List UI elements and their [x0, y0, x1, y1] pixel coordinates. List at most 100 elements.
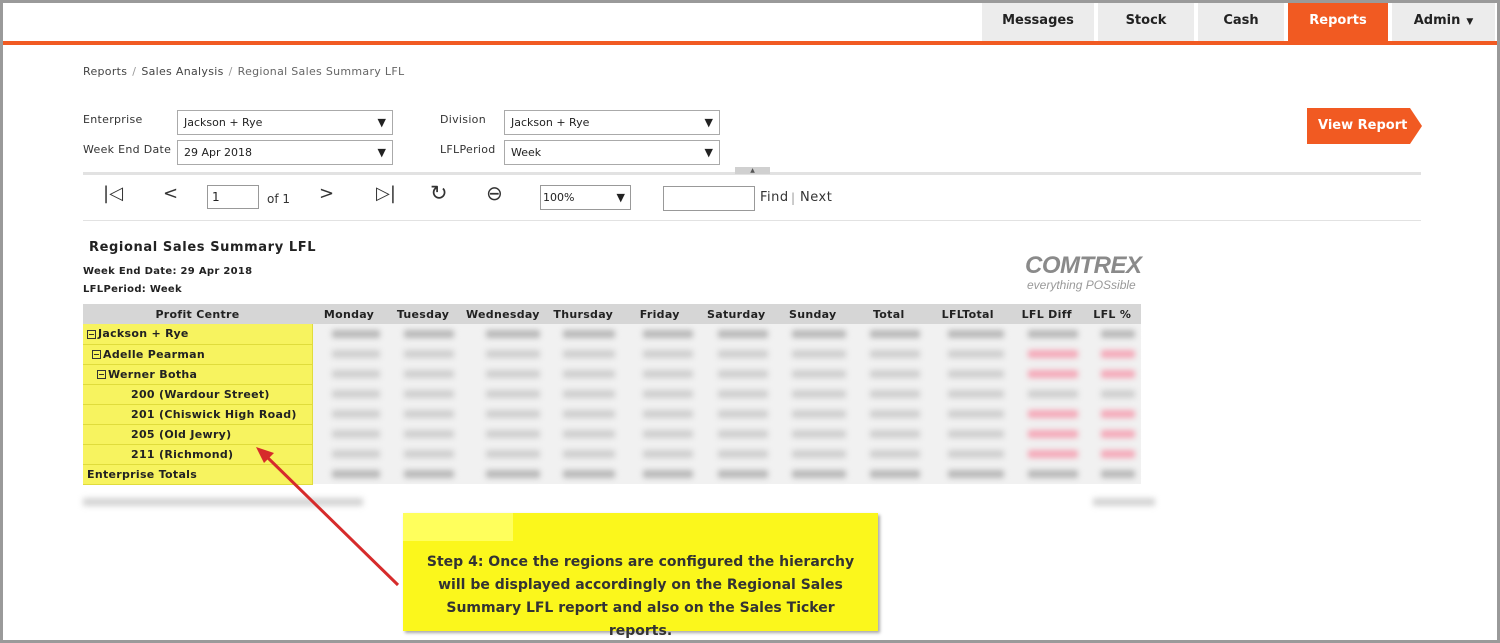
collapse-params-toggle[interactable]: ▲ [735, 167, 770, 174]
redacted-value [869, 349, 920, 358]
nav-stock[interactable]: Stock [1098, 3, 1194, 41]
profit-centre-label: Adelle Pearman [103, 347, 205, 361]
redacted-value [1100, 349, 1135, 358]
value-cell [698, 424, 774, 444]
value-cell [925, 324, 1010, 344]
refresh-icon[interactable]: ↻ [430, 181, 448, 205]
instruction-callout: Step 4: Once the regions are configured … [403, 513, 878, 639]
redacted-value [947, 409, 1004, 418]
report-table: Profit Centre Monday Tuesday Wednesday T… [83, 304, 1141, 485]
value-cell [925, 384, 1010, 404]
lfl-period-select[interactable]: Week ▼ [504, 140, 720, 165]
nav-cash[interactable]: Cash [1198, 3, 1284, 41]
breadcrumb-reports[interactable]: Reports [83, 65, 127, 78]
collapse-toggle-icon[interactable]: − [87, 329, 96, 339]
redacted-value [404, 449, 454, 458]
breadcrumb-sales-analysis[interactable]: Sales Analysis [141, 65, 223, 78]
find-next-link[interactable]: Next [800, 190, 832, 205]
redacted-value [485, 369, 540, 378]
value-cell [698, 324, 774, 344]
find-link[interactable]: Find [760, 190, 789, 205]
division-select[interactable]: Jackson + Rye ▼ [504, 110, 720, 135]
redacted-value [404, 389, 454, 398]
logo-wordmark: COMTREX [1025, 252, 1142, 279]
last-page-icon[interactable]: ▷| [376, 183, 396, 204]
col-header: Profit Centre [83, 304, 312, 324]
nav-stock-label: Stock [1125, 13, 1167, 28]
value-cell [925, 364, 1010, 384]
redacted-value [332, 349, 380, 358]
table-row: − Jackson + Rye [83, 324, 1141, 345]
value-cell [851, 364, 926, 384]
redacted-value [1027, 469, 1078, 478]
redacted-value [717, 469, 768, 478]
redacted-value [717, 389, 768, 398]
caret-down-icon: ▼ [1466, 17, 1474, 27]
redacted-value [791, 349, 846, 358]
profit-centre-cell[interactable]: − Werner Botha [83, 364, 313, 385]
value-cell [1009, 464, 1084, 484]
profit-centre-cell[interactable]: − Adelle Pearman [83, 344, 313, 365]
redacted-value [1100, 329, 1135, 338]
value-cell [773, 384, 852, 404]
col-header: LFL % [1083, 304, 1141, 324]
col-header: Wednesday [460, 304, 546, 324]
nav-messages[interactable]: Messages [982, 3, 1094, 41]
nav-admin[interactable]: Admin ▼ [1392, 3, 1495, 41]
redacted-value [947, 389, 1004, 398]
profit-centre-label: 211 (Richmond) [131, 447, 234, 461]
value-cell [925, 404, 1010, 424]
collapse-toggle-icon[interactable]: − [92, 350, 101, 359]
redacted-value [332, 469, 380, 478]
redacted-value [332, 429, 380, 438]
value-cell [460, 464, 546, 484]
callout-text: Step 4: Once the regions are configured … [426, 554, 855, 639]
profit-centre-label: Werner Botha [108, 367, 198, 381]
previous-page-icon[interactable]: < [163, 183, 178, 204]
back-icon[interactable]: ⊖ [486, 181, 503, 205]
value-cell [620, 464, 699, 484]
dropdown-arrow-icon: ▼ [704, 116, 713, 129]
collapse-toggle-icon[interactable]: − [97, 370, 106, 379]
value-cell [1009, 444, 1084, 464]
nav-reports[interactable]: Reports [1288, 3, 1388, 41]
report-title: Regional Sales Summary LFL [89, 240, 317, 255]
redacted-value [1027, 329, 1078, 338]
value-cell [1009, 424, 1084, 444]
redacted-value [717, 369, 768, 378]
week-end-date-select[interactable]: 29 Apr 2018 ▼ [177, 140, 393, 165]
first-page-icon[interactable]: |◁ [103, 183, 123, 204]
redacted-value [404, 329, 454, 338]
value-cell [698, 384, 774, 404]
value-cell [545, 424, 621, 444]
zoom-value: 100% [543, 191, 575, 204]
lfl-period-label: LFLPeriod [440, 143, 496, 156]
profit-centre-cell: 205 (Old Jewry) [83, 424, 313, 445]
table-row: 200 (Wardour Street) [83, 384, 1141, 405]
page-count-label: of 1 [267, 192, 291, 206]
next-page-icon[interactable]: > [319, 183, 334, 204]
page-number-input[interactable]: 1 [207, 185, 259, 209]
view-report-button[interactable]: View Report [1307, 108, 1422, 144]
enterprise-value: Jackson + Rye [184, 116, 263, 129]
col-header: Sunday [773, 304, 852, 324]
value-cell [773, 464, 852, 484]
col-header: Saturday [698, 304, 774, 324]
redacted-value [562, 429, 615, 438]
redacted-value [642, 389, 693, 398]
redacted-value [947, 349, 1004, 358]
redacted-value [332, 409, 380, 418]
col-header: Total [851, 304, 926, 324]
zoom-select[interactable]: 100% ▼ [540, 185, 631, 210]
value-cell [925, 424, 1010, 444]
value-cell [1083, 424, 1141, 444]
find-input[interactable] [663, 186, 755, 211]
redacted-value [485, 389, 540, 398]
enterprise-select[interactable]: Jackson + Rye ▼ [177, 110, 393, 135]
profit-centre-cell[interactable]: − Jackson + Rye [83, 324, 313, 345]
table-row: − Werner Botha [83, 364, 1141, 385]
redacted-value [791, 389, 846, 398]
logo-tagline: everything POSsible [1027, 278, 1136, 292]
value-cell [386, 344, 460, 364]
redacted-value [869, 329, 920, 338]
